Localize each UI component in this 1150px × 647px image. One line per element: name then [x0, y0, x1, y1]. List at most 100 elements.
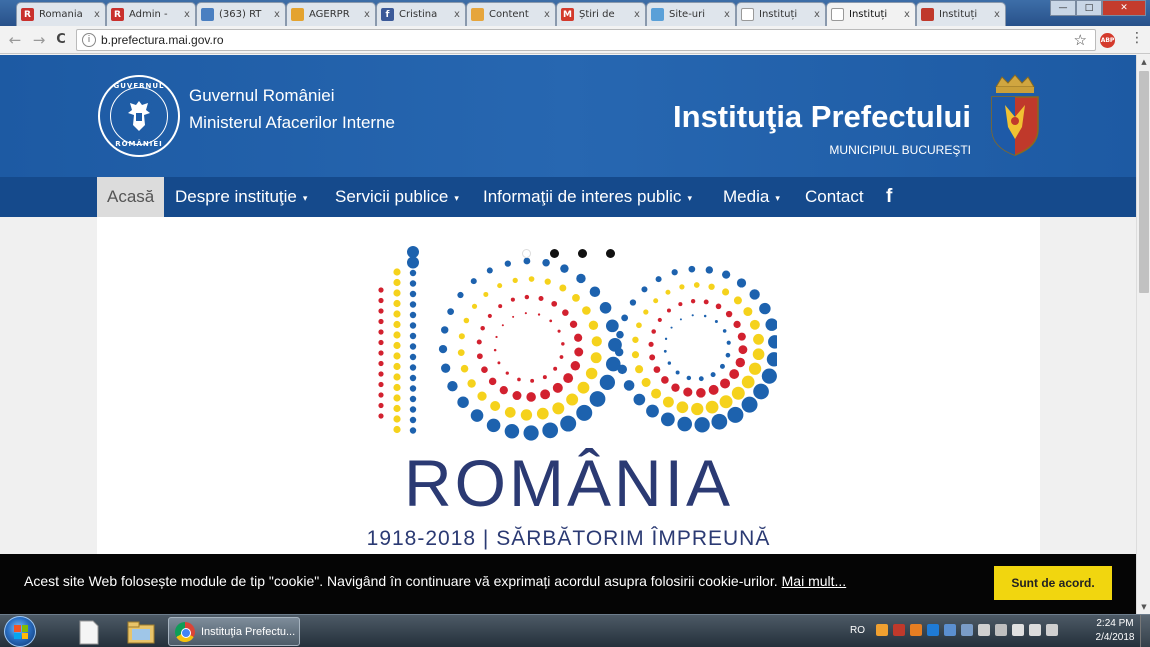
tab-close-icon[interactable]: x: [271, 9, 283, 20]
browser-tab[interactable]: Instituți x: [736, 2, 826, 26]
logo-dot: [649, 354, 656, 361]
reload-button[interactable]: C: [52, 31, 70, 49]
explorer-folder-icon[interactable]: [120, 618, 160, 646]
tab-close-icon[interactable]: x: [901, 9, 913, 20]
volume-icon[interactable]: [1046, 624, 1058, 636]
scrollbar-thumb[interactable]: [1139, 71, 1149, 293]
tray-power-icon[interactable]: [1012, 624, 1024, 636]
nav-item-informatii-interes-public[interactable]: Informaţii de interes public ▾: [483, 177, 692, 217]
facebook-icon[interactable]: f: [886, 177, 892, 217]
carousel-dot[interactable]: [578, 249, 587, 258]
browser-tab[interactable]: Site-uri x: [646, 2, 736, 26]
forward-button[interactable]: →: [30, 31, 48, 49]
logo-dot: [520, 409, 533, 421]
tab-favicon-icon: [471, 8, 484, 21]
browser-tab[interactable]: f Cristina x: [376, 2, 466, 26]
info-icon[interactable]: i: [82, 33, 96, 47]
logo-dot: [675, 370, 680, 375]
ministry-name[interactable]: Ministerul Afacerilor Interne: [189, 113, 395, 133]
tab-close-icon[interactable]: x: [451, 9, 463, 20]
language-indicator[interactable]: RO: [850, 625, 865, 636]
logo-dot: [409, 427, 417, 434]
logo-dot: [378, 371, 384, 377]
logo-dot: [393, 299, 401, 308]
tab-close-icon[interactable]: x: [721, 9, 733, 20]
government-seal-logo[interactable]: GUVERNUL ROMÂNIEI: [98, 75, 180, 157]
tray-pdf-icon[interactable]: [893, 624, 905, 636]
scroll-up-icon[interactable]: ▲: [1137, 55, 1150, 69]
url-text[interactable]: b.prefectura.mai.gov.ro: [101, 33, 224, 47]
tray-network-app-icon[interactable]: [944, 624, 956, 636]
logo-dot: [524, 294, 530, 300]
logo-dot: [378, 297, 384, 304]
file-icon[interactable]: [68, 618, 108, 646]
tray-flag-icon[interactable]: [978, 624, 990, 636]
logo-dot: [629, 299, 637, 306]
clock-time[interactable]: 2:24 PM: [1090, 618, 1140, 629]
logo-dot: [409, 343, 417, 350]
page-scrollbar[interactable]: ▲ ▼: [1136, 55, 1150, 614]
logo-dot: [447, 381, 458, 392]
nav-label: Acasă: [107, 187, 155, 206]
bookmark-star-icon[interactable]: ☆: [1074, 31, 1087, 49]
clock-date[interactable]: 2/4/2018: [1090, 632, 1140, 643]
nav-label: Servicii publice: [335, 187, 449, 206]
browser-tab[interactable]: Content x: [466, 2, 556, 26]
logo-dot: [741, 396, 758, 413]
close-window-button[interactable]: ✕: [1102, 0, 1146, 16]
browser-tab[interactable]: AGERPR x: [286, 2, 376, 26]
logo-dot: [530, 378, 535, 383]
browser-menu-icon[interactable]: ⋮: [1130, 30, 1144, 46]
start-button[interactable]: [4, 616, 36, 647]
nav-item-despre-institutie[interactable]: Despre instituţie ▾: [175, 177, 307, 217]
nav-label: Contact: [805, 187, 864, 206]
cookie-more-link[interactable]: Mai mult...: [782, 573, 847, 589]
nav-item-media[interactable]: Media ▾: [723, 177, 780, 217]
cookie-accept-button[interactable]: Sunt de acord.: [994, 566, 1112, 600]
browser-tab[interactable]: Instituți x: [826, 2, 916, 26]
site-title[interactable]: Instituţia Prefectului: [673, 99, 971, 135]
tab-close-icon[interactable]: x: [361, 9, 373, 20]
address-bar[interactable]: i b.prefectura.mai.gov.ro ☆: [76, 29, 1096, 51]
government-name[interactable]: Guvernul României: [189, 86, 335, 106]
back-button[interactable]: ←: [6, 31, 24, 49]
carousel-dot[interactable]: [550, 249, 559, 258]
nav-item-servicii-publice[interactable]: Servicii publice ▾: [335, 177, 459, 217]
tray-app-icon[interactable]: [961, 624, 973, 636]
network-signal-icon[interactable]: [1029, 624, 1041, 636]
tray-firefox-icon[interactable]: [910, 624, 922, 636]
tab-close-icon[interactable]: x: [811, 9, 823, 20]
logo-dot: [720, 378, 731, 389]
browser-tab[interactable]: Instituți x: [916, 2, 1006, 26]
show-desktop-button[interactable]: [1140, 615, 1150, 647]
task-label: Instituţia Prefectu...: [201, 625, 296, 638]
nav-item-acasa[interactable]: Acasă: [97, 177, 165, 217]
nav-item-contact[interactable]: Contact: [805, 177, 864, 217]
browser-tab[interactable]: M Știri de x: [556, 2, 646, 26]
tab-close-icon[interactable]: x: [631, 9, 643, 20]
tab-title: Știri de: [579, 9, 615, 20]
logo-dot: [748, 362, 762, 375]
tab-close-icon[interactable]: x: [541, 9, 553, 20]
tab-close-icon[interactable]: x: [91, 9, 103, 20]
scroll-down-icon[interactable]: ▼: [1137, 600, 1150, 614]
tray-device-icon[interactable]: [995, 624, 1007, 636]
tab-close-icon[interactable]: x: [991, 9, 1003, 20]
maximize-button[interactable]: □: [1076, 0, 1102, 16]
logo-dot: [708, 283, 715, 290]
logo-dot: [753, 333, 764, 345]
browser-tab[interactable]: R Romania x: [16, 2, 106, 26]
tray-app-icon[interactable]: [876, 624, 888, 636]
adblock-icon[interactable]: ABP: [1100, 33, 1115, 48]
minimize-button[interactable]: —: [1050, 0, 1076, 16]
browser-tab[interactable]: (363) RT x: [196, 2, 286, 26]
tray-bluetooth-icon[interactable]: [927, 624, 939, 636]
logo-dot: [538, 295, 544, 301]
taskbar-chrome-window[interactable]: Instituţia Prefectu...: [168, 617, 300, 646]
carousel-dot[interactable]: [522, 249, 531, 258]
logo-dot: [457, 349, 465, 357]
tab-close-icon[interactable]: x: [181, 9, 193, 20]
browser-tab[interactable]: R Admin - x: [106, 2, 196, 26]
logo-dot: [560, 415, 577, 432]
carousel-dot[interactable]: [606, 249, 615, 258]
